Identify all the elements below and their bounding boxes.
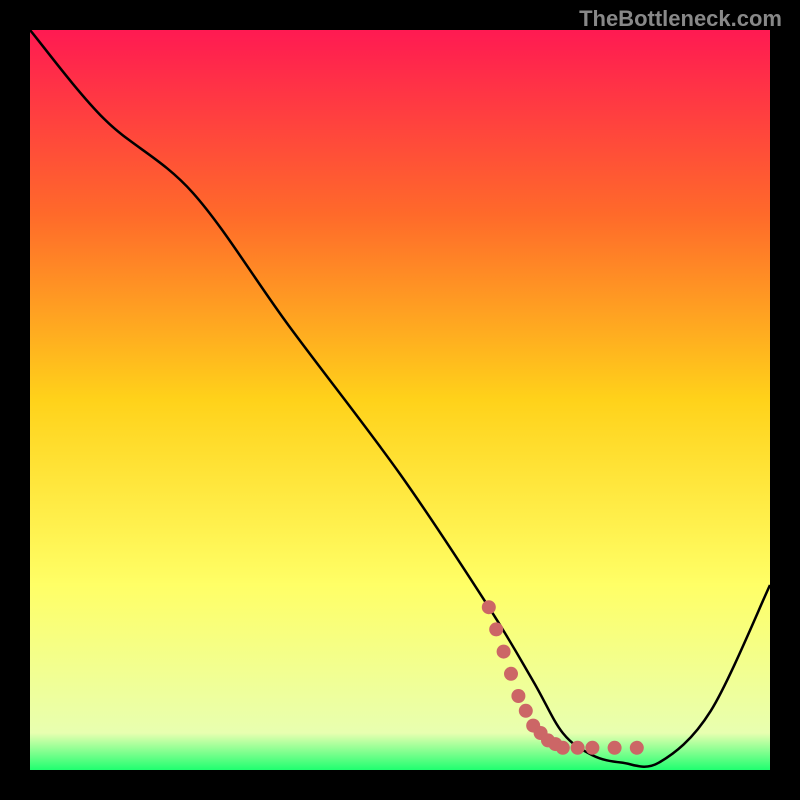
marker-dot — [630, 741, 644, 755]
marker-dot — [482, 600, 496, 614]
marker-dot — [585, 741, 599, 755]
chart-container — [30, 30, 770, 770]
marker-dot — [504, 667, 518, 681]
marker-dot — [489, 622, 503, 636]
marker-dot — [571, 741, 585, 755]
chart-svg — [30, 30, 770, 770]
gradient-background — [30, 30, 770, 770]
marker-dot — [497, 645, 511, 659]
marker-dot — [608, 741, 622, 755]
marker-dot — [511, 689, 525, 703]
watermark-text: TheBottleneck.com — [579, 6, 782, 32]
marker-dot — [519, 704, 533, 718]
marker-dot — [556, 741, 570, 755]
